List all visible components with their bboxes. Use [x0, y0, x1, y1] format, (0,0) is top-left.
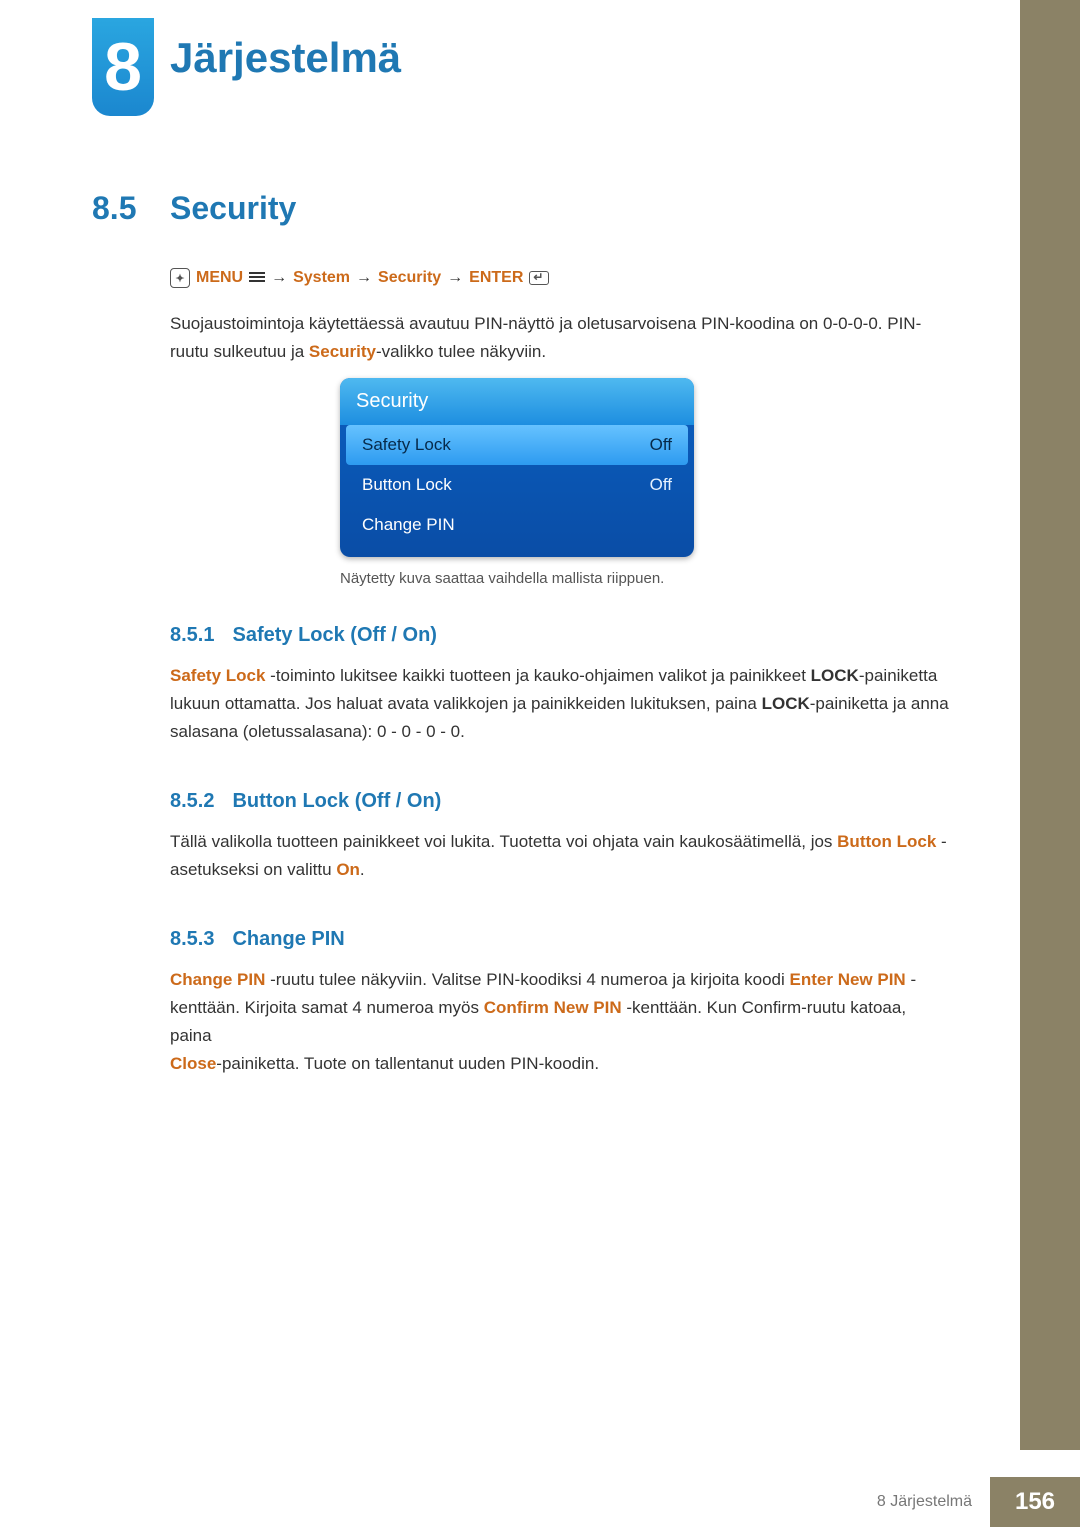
s1-t8: salasana (oletussalasana): 0 - 0 - 0 - 0…: [170, 722, 465, 741]
osm-value-button-lock: Off: [650, 475, 672, 495]
enter-icon: [529, 271, 549, 285]
intro-line2-post: -valikko tulee näkyviin.: [376, 342, 546, 361]
breadcrumb-menu-label: MENU: [196, 269, 243, 287]
s2-t3: -: [936, 832, 946, 851]
subsection-852-paragraph: Tällä valikolla tuotteen painikkeet voi …: [170, 828, 950, 884]
intro-line1: Suojaustoimintoja käytettäessä avautuu P…: [170, 314, 921, 333]
subsection-852-number: 8.5.2: [170, 790, 214, 813]
onscreen-security-menu: Security Safety Lock Off Button Lock Off…: [340, 378, 694, 557]
subsection-853-paragraph: Change PIN -ruutu tulee näkyviin. Valits…: [170, 966, 950, 1078]
s3-t2: -ruutu tulee näkyviin. Valitse PIN-koodi…: [265, 970, 789, 989]
section-number: 8.5: [92, 190, 136, 227]
breadcrumb-system-label: System: [293, 269, 350, 287]
subsection-853-heading: 8.5.3 Change PIN: [170, 928, 345, 951]
breadcrumb-arrow-2: →: [356, 269, 372, 287]
menu-icon: [249, 272, 265, 284]
subsection-851-heading: 8.5.1 Safety Lock (Off / On): [170, 624, 437, 647]
breadcrumb: ✦ MENU → System → Security → ENTER: [170, 268, 549, 288]
s3-t4: -: [906, 970, 916, 989]
footer-page-number: 156: [990, 1477, 1080, 1527]
osm-caption: Näytetty kuva saattaa vaihdella mallista…: [340, 570, 840, 587]
s3-t3: Enter New PIN: [790, 970, 906, 989]
s1-t2: -toiminto lukitsee kaikki tuotteen ja ka…: [265, 666, 810, 685]
osm-label-safety-lock: Safety Lock: [362, 435, 451, 455]
osm-row-button-lock[interactable]: Button Lock Off: [346, 465, 688, 505]
subsection-853-title: Change PIN: [232, 928, 344, 951]
s1-t5: lukuun ottamatta. Jos haluat avata valik…: [170, 694, 762, 713]
intro-line2-accent: Security: [309, 342, 376, 361]
osm-row-change-pin[interactable]: Change PIN: [346, 505, 688, 545]
subsection-851-paragraph: Safety Lock -toiminto lukitsee kaikki tu…: [170, 662, 950, 746]
breadcrumb-security-label: Security: [378, 269, 441, 287]
subsection-852-title: Button Lock (Off / On): [232, 790, 441, 813]
s3-t5: kenttään. Kirjoita samat 4 numeroa myös: [170, 998, 484, 1017]
breadcrumb-enter-label: ENTER: [469, 269, 523, 287]
page: 8 Järjestelmä 8.5 Security ✦ MENU → Syst…: [0, 0, 1080, 1527]
subsection-851-title: Safety Lock (Off / On): [232, 624, 436, 647]
chapter-number-tab: 8: [92, 18, 154, 116]
s3-t6: Confirm New PIN: [484, 998, 622, 1017]
s1-t6: LOCK: [762, 694, 810, 713]
s2-t1: Tällä valikolla tuotteen painikkeet voi …: [170, 832, 837, 851]
intro-line2-pre: ruutu sulkeutuu ja: [170, 342, 309, 361]
s3-t8: Close: [170, 1054, 216, 1073]
s1-t7: -painiketta ja anna: [810, 694, 949, 713]
section-title: Security: [170, 190, 296, 227]
intro-paragraph: Suojaustoimintoja käytettäessä avautuu P…: [170, 310, 950, 366]
s2-t6: .: [360, 860, 365, 879]
remote-icon: ✦: [170, 268, 190, 288]
osm-row-safety-lock[interactable]: Safety Lock Off: [346, 425, 688, 465]
breadcrumb-arrow-1: →: [271, 269, 287, 287]
footer-label: 8 Järjestelmä: [877, 1493, 972, 1511]
s3-t1: Change PIN: [170, 970, 265, 989]
subsection-853-number: 8.5.3: [170, 928, 214, 951]
s2-t5: On: [336, 860, 360, 879]
chapter-title: Järjestelmä: [170, 34, 401, 82]
s1-t3: LOCK: [811, 666, 859, 685]
osm-title: Security: [340, 378, 694, 425]
s1-t4: -painiketta: [859, 666, 937, 685]
subsection-851-number: 8.5.1: [170, 624, 214, 647]
footer: 8 Järjestelmä 156: [0, 1477, 1080, 1527]
osm-value-safety-lock: Off: [650, 435, 672, 455]
sidebar-stripe: [1020, 0, 1080, 1450]
subsection-852-heading: 8.5.2 Button Lock (Off / On): [170, 790, 441, 813]
s1-t1: Safety Lock: [170, 666, 265, 685]
s2-t2: Button Lock: [837, 832, 936, 851]
s3-t9: -painiketta. Tuote on tallentanut uuden …: [216, 1054, 599, 1073]
osm-label-button-lock: Button Lock: [362, 475, 452, 495]
osm-label-change-pin: Change PIN: [362, 515, 455, 535]
s2-t4: asetukseksi on valittu: [170, 860, 336, 879]
breadcrumb-arrow-3: →: [447, 269, 463, 287]
